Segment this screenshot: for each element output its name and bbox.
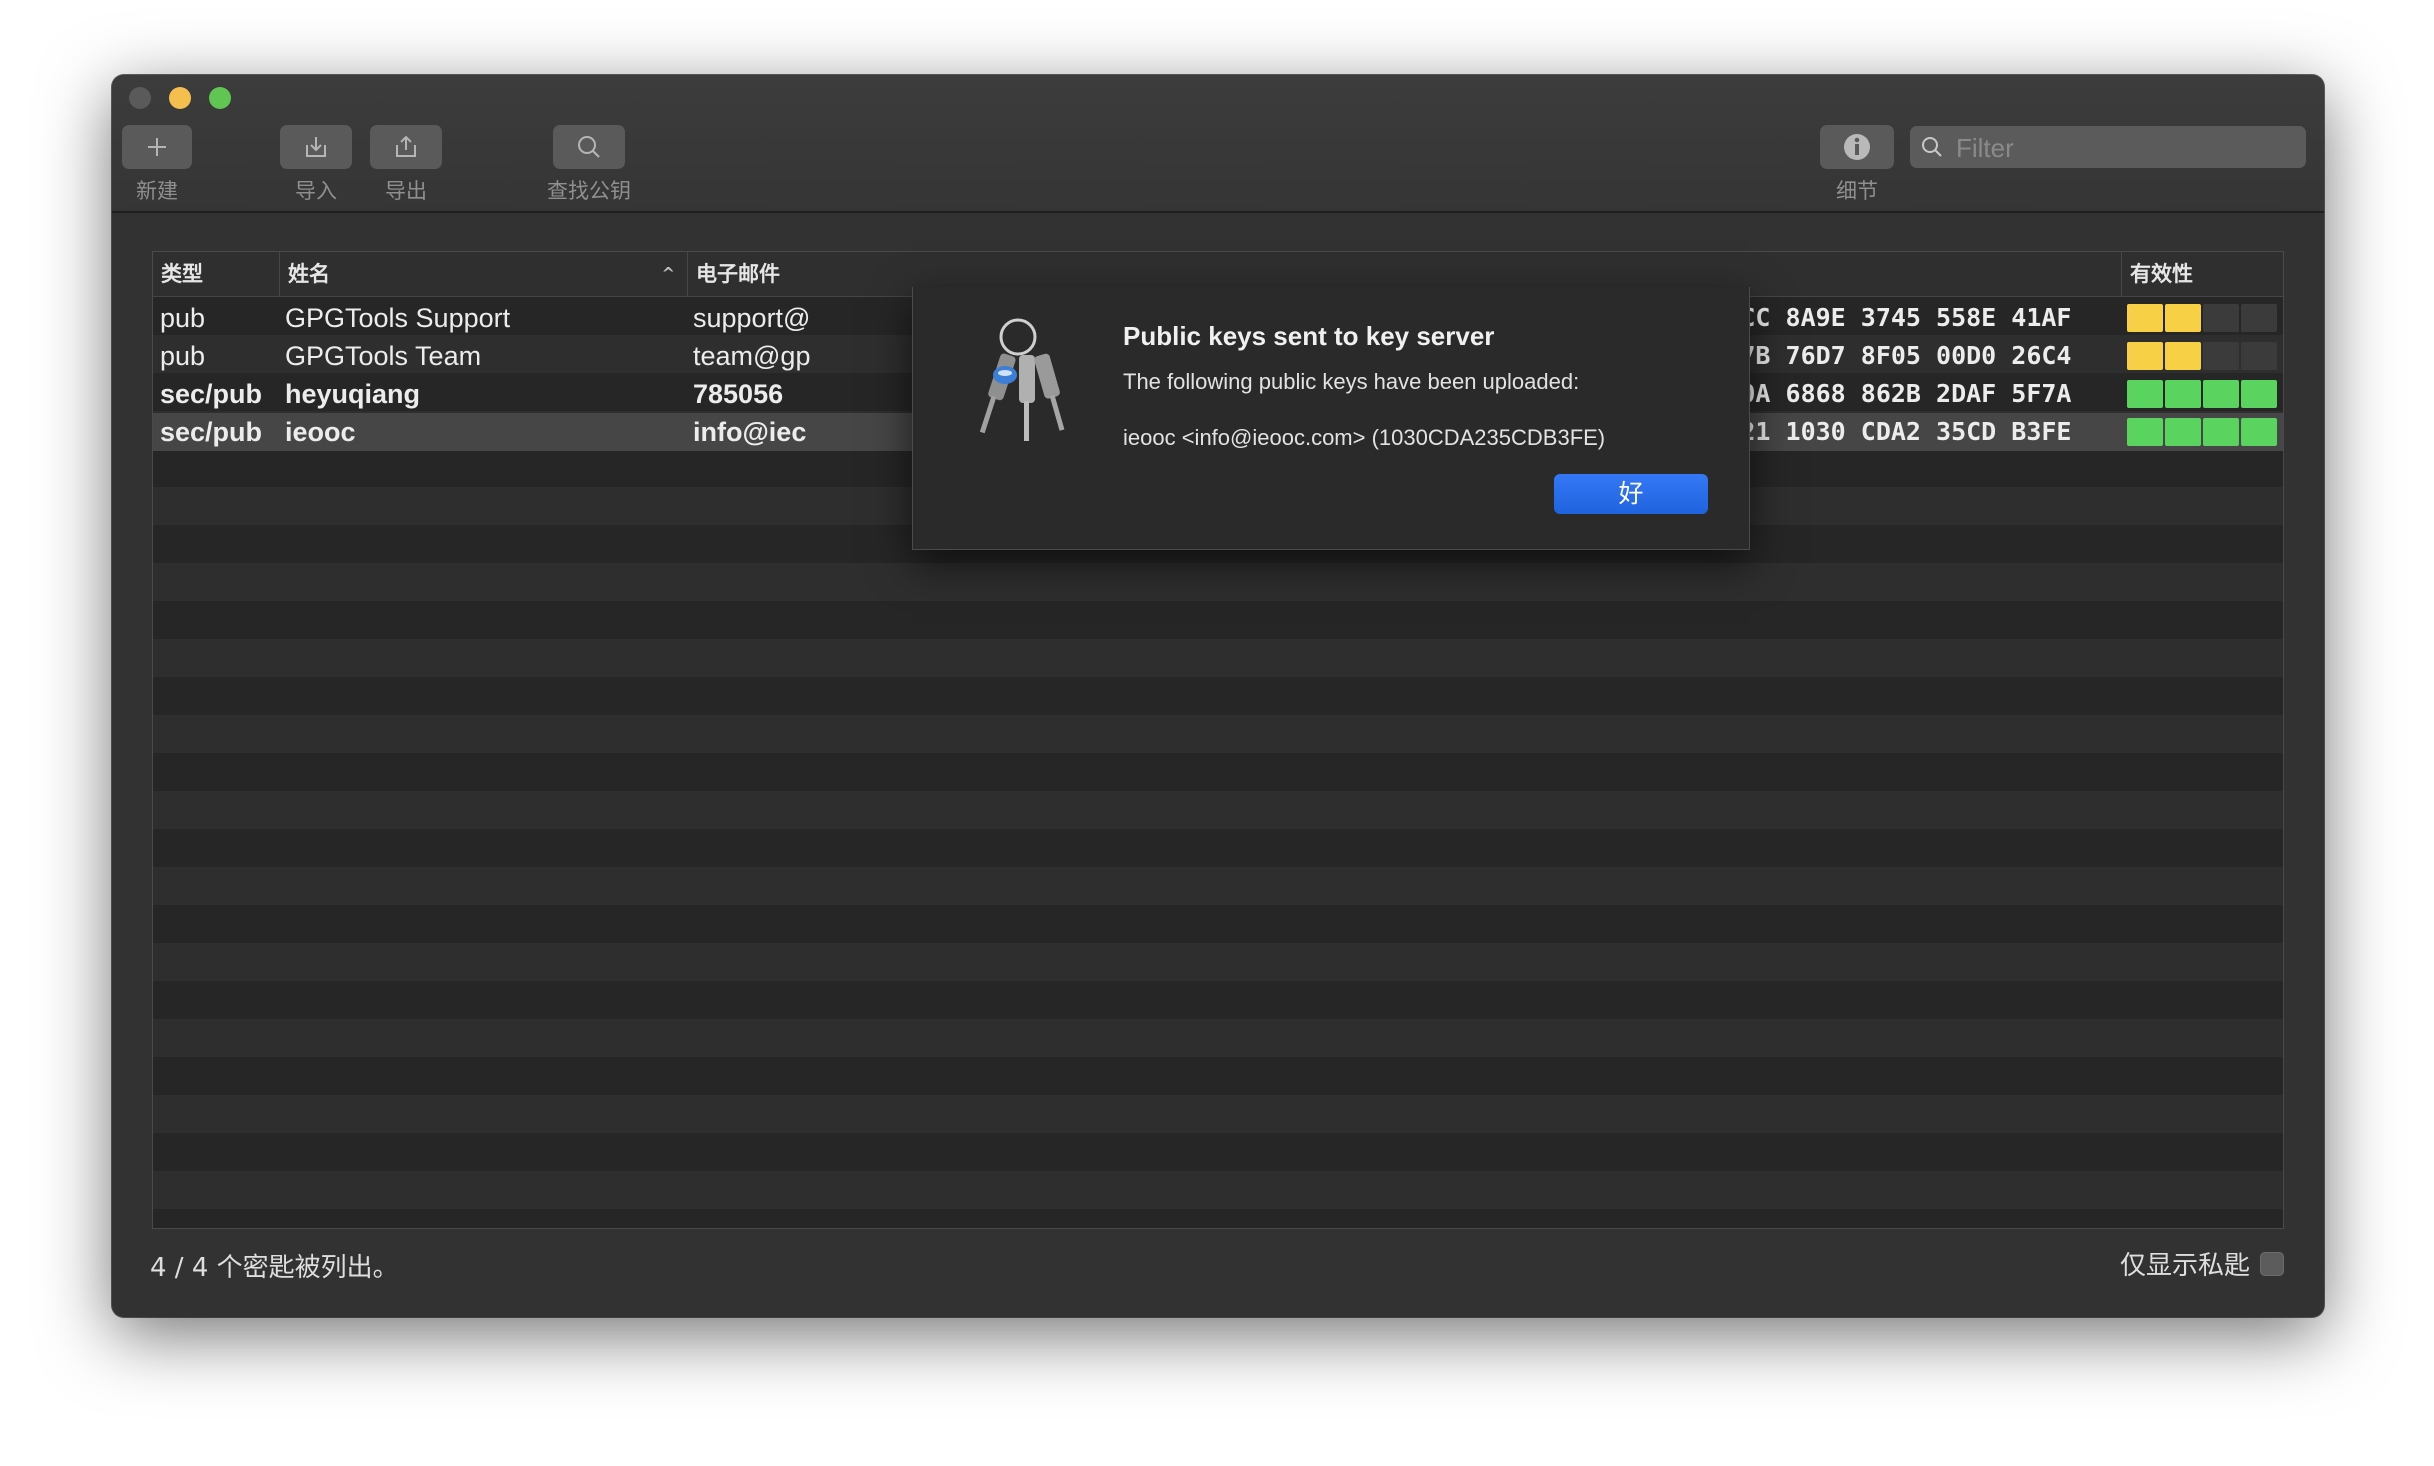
validity-indicator [2127,342,2277,370]
keychain-icon [979,318,1065,441]
validity-segment [2165,342,2201,370]
name-cell: GPGTools Support [285,303,511,333]
info-icon [1844,134,1870,160]
search-icon [1922,137,1942,157]
name-cell: ieooc [285,417,356,447]
validity-segment [2241,304,2277,332]
validity-segment [2127,380,2163,408]
name-cell: GPGTools Team [285,341,482,371]
type-cell: pub [160,341,206,371]
name-cell: heyuqiang [285,379,421,409]
lookup-key-label: 查找公钥 [547,179,631,203]
validity-segment [2127,304,2163,332]
export-tool[interactable]: 导出 [370,125,442,205]
import-icon [306,137,326,157]
details-tool[interactable]: 细节 [1820,125,1894,205]
private-keys-only-checkbox[interactable] [2260,1251,2284,1276]
validity-segment [2165,418,2201,446]
validity-segment [2165,304,2201,332]
key-count-status: 4 / 4 个密匙被列出。 [150,1253,399,1283]
email-cell: team@gp [693,341,811,371]
column-header-validity[interactable]: 有效性 [2121,252,2283,296]
ok-button[interactable]: 好 [1554,474,1708,514]
search-icon [578,136,600,158]
import-button[interactable] [280,125,352,169]
details-button[interactable] [1820,125,1894,169]
type-cell: pub [160,303,206,333]
validity-segment [2165,380,2201,408]
gpg-keychain-window: 新建 导入 导出 查找公钥 细节 Filter 类型 姓名 ^ 电子邮件 有效性… [112,75,2324,1317]
close-window-button[interactable] [129,87,151,109]
validity-indicator [2127,380,2277,408]
column-header-type[interactable]: 类型 [153,252,279,296]
validity-segment [2203,304,2239,332]
lookup-key-tool[interactable]: 查找公钥 [544,125,634,205]
email-cell: info@iec [693,417,807,447]
private-keys-only-label: 仅显示私匙 [2119,1251,2250,1281]
upload-confirmation-dialog: Public keys sent to key server The follo… [912,287,1750,550]
details-label: 细节 [1836,179,1878,203]
column-header-name-label: 姓名 [288,262,330,286]
column-header-name[interactable]: 姓名 ^ [279,252,687,296]
type-cell: sec/pub [160,379,263,409]
validity-segment [2203,380,2239,408]
sort-ascending-icon: ^ [661,264,675,283]
import-tool[interactable]: 导入 [280,125,352,205]
zoom-window-button[interactable] [209,87,231,109]
dialog-title: Public keys sent to key server [1123,321,1495,351]
filter-input[interactable] [1954,126,2298,170]
new-key-tool[interactable]: 新建 [122,125,192,205]
validity-segment [2127,342,2163,370]
private-keys-only-toggle[interactable]: 仅显示私匙 [2120,1245,2284,1282]
new-key-button[interactable] [122,125,192,169]
validity-segment [2241,418,2277,446]
uploaded-key-entry: ieooc <info@ieooc.com> (1030CDA235CDB3FE… [1123,425,1606,450]
validity-segment [2203,418,2239,446]
export-icon [396,135,416,157]
validity-indicator [2127,418,2277,446]
minimize-window-button[interactable] [169,87,191,109]
dialog-message: The following public keys have been uplo… [1123,369,1580,394]
validity-indicator [2127,304,2277,332]
toolbar: 新建 导入 导出 查找公钥 细节 Filter [112,75,2324,213]
email-cell: support@ [693,303,811,333]
validity-segment [2241,380,2277,408]
plus-icon [148,138,166,156]
filter-field[interactable] [1910,126,2306,170]
validity-segment [2127,418,2163,446]
export-label: 导出 [385,179,427,203]
import-label: 导入 [295,179,337,203]
email-cell: 785056 [693,379,784,409]
new-key-label: 新建 [136,179,178,203]
validity-segment [2203,342,2239,370]
type-cell: sec/pub [160,417,263,447]
lookup-key-button[interactable] [553,125,625,169]
validity-segment [2241,342,2277,370]
export-button[interactable] [370,125,442,169]
